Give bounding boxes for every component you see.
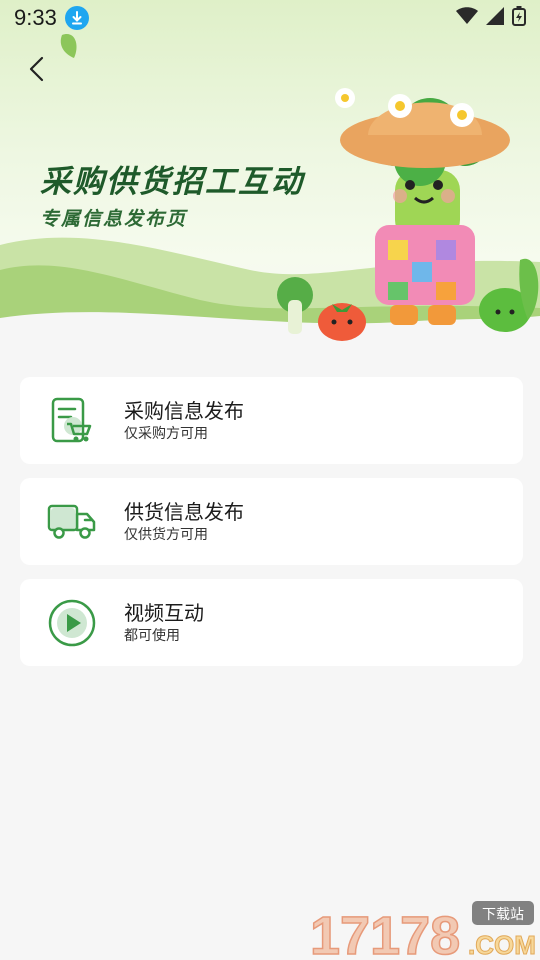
card-subtitle: 仅采购方可用 bbox=[124, 425, 208, 442]
cell-signal-icon bbox=[486, 7, 504, 29]
back-button[interactable] bbox=[22, 52, 50, 86]
page-subtitle: 专属信息发布页 bbox=[40, 208, 188, 230]
card-title: 供货信息发布 bbox=[124, 499, 244, 524]
watermark-tag: 下载站 bbox=[482, 907, 524, 923]
watermark-number: 17178 bbox=[310, 906, 460, 960]
wifi-icon bbox=[456, 7, 478, 29]
card-title: 视频互动 bbox=[124, 600, 204, 625]
page-title: 采购供货招工互动 bbox=[40, 164, 304, 200]
site-watermark: 17178 下载站 .COM bbox=[309, 901, 536, 960]
supply-info-card[interactable]: 供货信息发布 仅供货方可用 bbox=[20, 478, 523, 565]
status-time: 9:33 bbox=[14, 5, 57, 30]
card-subtitle: 都可使用 bbox=[124, 627, 180, 644]
delivery-truck-icon bbox=[20, 478, 124, 565]
video-interaction-card[interactable]: 视频互动 都可使用 bbox=[20, 579, 523, 666]
card-subtitle: 仅供货方可用 bbox=[124, 526, 208, 543]
chevron-left-icon bbox=[29, 56, 44, 82]
option-list: 采购信息发布 仅采购方可用 供货信息发布 仅供货方可用 视频互动 都可使用 bbox=[20, 377, 523, 680]
card-title: 采购信息发布 bbox=[124, 398, 244, 423]
play-circle-icon bbox=[20, 579, 124, 666]
purchase-info-card[interactable]: 采购信息发布 仅采购方可用 bbox=[20, 377, 523, 464]
battery-charging-icon bbox=[512, 6, 526, 30]
status-bar: 9:33 bbox=[0, 0, 540, 36]
purchase-list-cart-icon bbox=[20, 377, 124, 464]
header-banner: 9:33 采购供货招工互动 专属信息发布页 bbox=[0, 0, 540, 345]
watermark-domain: .COM bbox=[468, 930, 536, 960]
download-icon bbox=[64, 6, 89, 30]
